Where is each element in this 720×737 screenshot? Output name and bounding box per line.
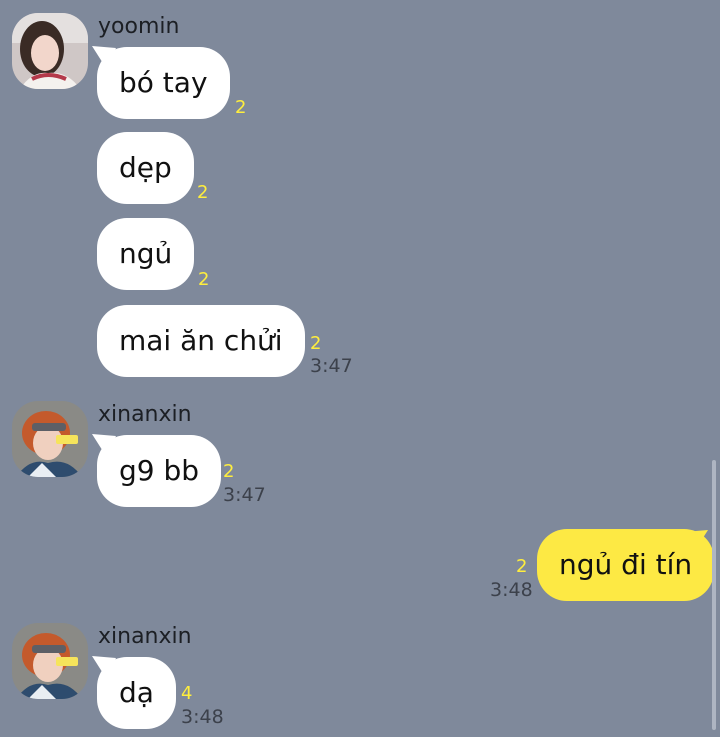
scrollbar[interactable] xyxy=(712,460,716,730)
message-bubble[interactable]: ngủ xyxy=(97,218,195,290)
sender-name: xinanxin xyxy=(98,402,192,427)
message-bubble[interactable]: mai ăn chửi xyxy=(97,305,305,377)
message-time: 3:48 xyxy=(490,579,533,601)
message-bubble[interactable]: g9 bb xyxy=(97,435,222,507)
unread-count: 4 xyxy=(181,683,193,704)
message-time: 3:47 xyxy=(223,484,266,506)
unread-count: 2 xyxy=(235,97,247,118)
message-bubble[interactable]: dẹp xyxy=(97,132,194,204)
profile-photo-icon xyxy=(12,401,88,477)
profile-photo-icon xyxy=(12,13,88,89)
unread-count: 2 xyxy=(310,333,322,354)
message-time: 3:48 xyxy=(181,706,224,728)
avatar-xinanxin[interactable] xyxy=(12,401,88,477)
avatar-xinanxin[interactable] xyxy=(12,623,88,699)
avatar-yoomin[interactable] xyxy=(12,13,88,89)
sender-name: yoomin xyxy=(98,14,180,39)
bubble-tail xyxy=(684,530,708,552)
message-bubble[interactable]: bó tay xyxy=(97,47,230,119)
unread-count: 2 xyxy=(223,461,235,482)
profile-photo-icon xyxy=(12,623,88,699)
sender-name: xinanxin xyxy=(98,624,192,649)
unread-count: 2 xyxy=(198,269,210,290)
message-time: 3:47 xyxy=(310,355,353,377)
message-bubble[interactable]: dạ xyxy=(97,657,176,729)
unread-count: 2 xyxy=(197,182,209,203)
unread-count: 2 xyxy=(516,556,528,577)
